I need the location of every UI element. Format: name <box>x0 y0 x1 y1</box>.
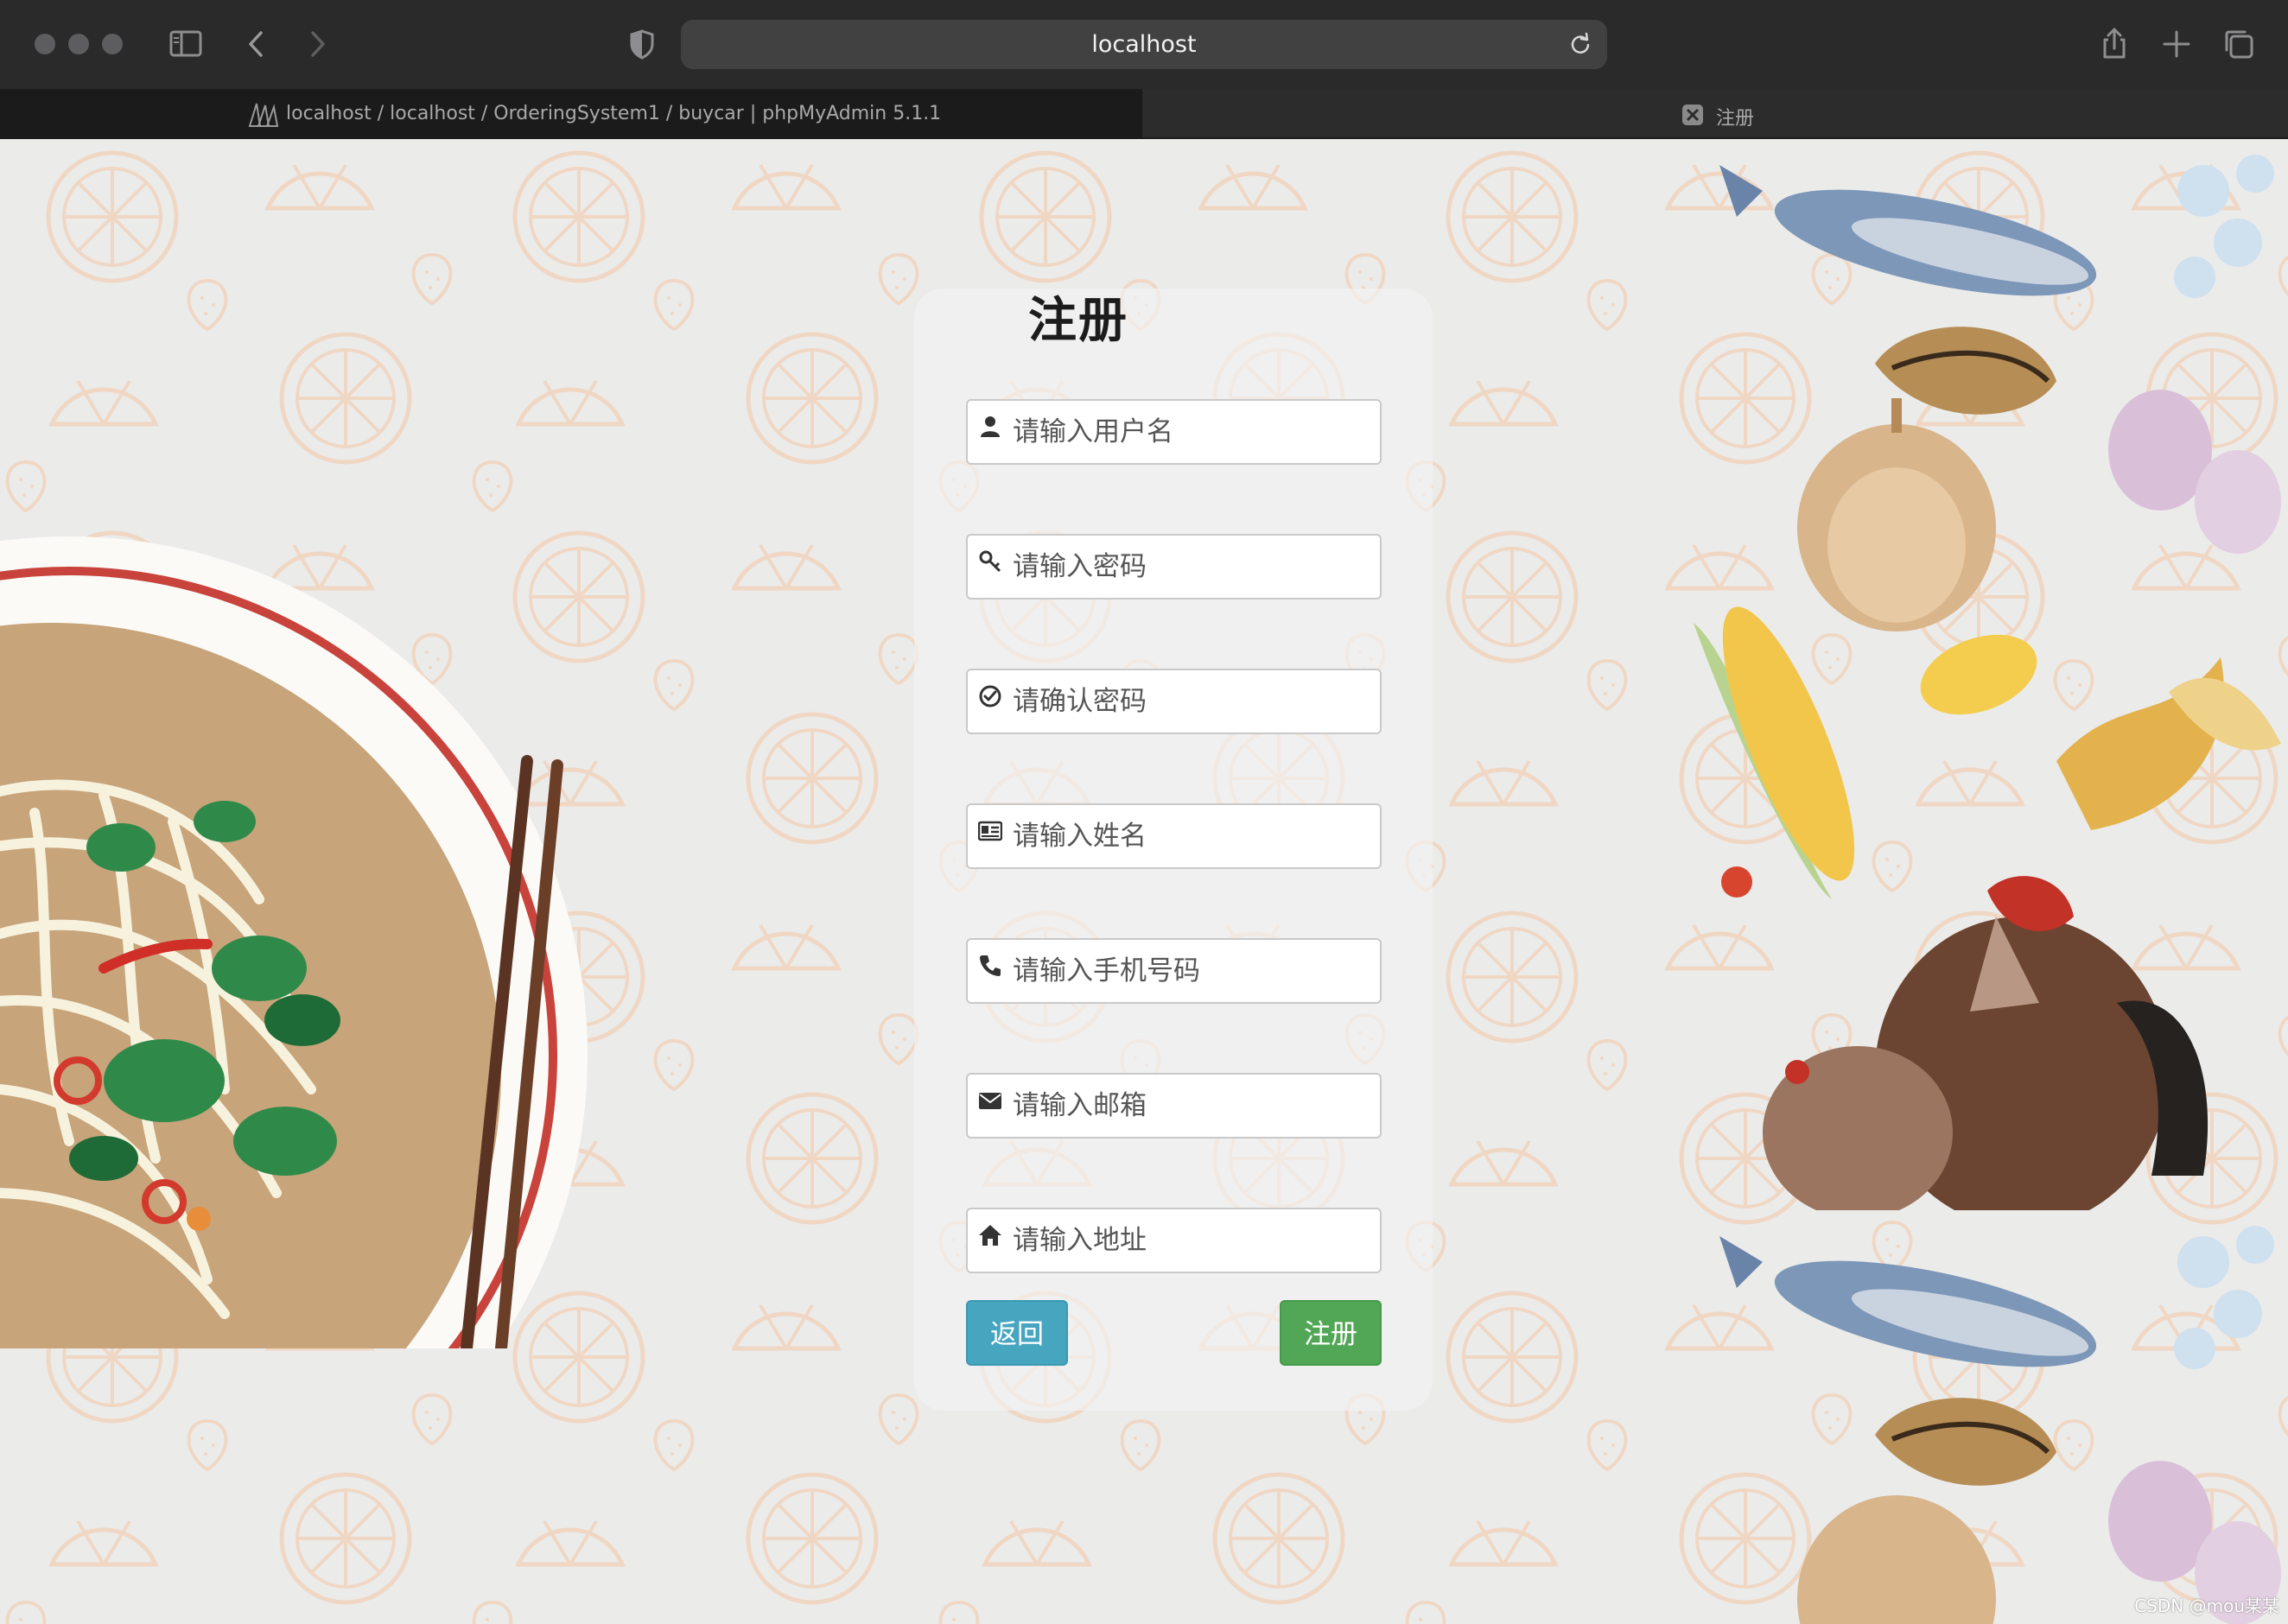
page-favicon-icon <box>1682 105 1703 125</box>
zoom-window-button[interactable] <box>102 34 123 54</box>
back-icon[interactable] <box>235 22 278 66</box>
tab-bar: localhost / localhost / OrderingSystem1 … <box>0 89 2288 139</box>
address-field[interactable] <box>966 1208 1382 1273</box>
user-icon <box>981 416 1000 437</box>
url-text: localhost <box>1091 31 1197 58</box>
confirm-password-input[interactable] <box>1013 670 1376 733</box>
password-input[interactable] <box>1013 536 1376 598</box>
sidebar-icon[interactable] <box>164 22 207 66</box>
phone-input[interactable] <box>1013 940 1376 1002</box>
tabs-overview-icon[interactable] <box>2217 22 2260 66</box>
new-tab-icon[interactable] <box>2155 22 2198 66</box>
email-input[interactable] <box>1013 1075 1376 1137</box>
email-field[interactable] <box>966 1073 1382 1139</box>
phone-field[interactable] <box>966 938 1382 1004</box>
phpmyadmin-icon <box>248 103 279 127</box>
forward-icon[interactable] <box>296 22 339 66</box>
page-title: 注册 <box>1028 293 1128 349</box>
register-button[interactable]: 注册 <box>1280 1300 1382 1366</box>
username-field[interactable] <box>966 399 1382 465</box>
name-input[interactable] <box>1013 805 1376 867</box>
tab-phpmyadmin-label: localhost / localhost / OrderingSystem1 … <box>286 103 942 124</box>
id-card-icon <box>978 821 1002 841</box>
password-field[interactable] <box>966 534 1382 599</box>
check-circle-icon <box>979 685 1001 707</box>
browser-titlebar: localhost <box>0 0 2288 89</box>
confirm-password-field[interactable] <box>966 669 1382 734</box>
tab-register-label: 注册 <box>1716 108 1755 130</box>
key-icon <box>979 550 1001 573</box>
username-input[interactable] <box>1013 401 1376 463</box>
envelope-icon <box>979 1093 1001 1109</box>
page-viewport: 注册 请输入用户名 请输入姓名 请输入手机号码 请输入邮箱 请输入地址 返回 注… <box>0 139 2288 1624</box>
tab-register[interactable]: 注册 <box>1142 89 2288 139</box>
address-input[interactable] <box>1013 1209 1376 1272</box>
watercolor-food-illustration-repeat <box>1719 1226 2281 1624</box>
address-bar[interactable]: localhost <box>681 20 1607 69</box>
noodle-bowl-cutoff <box>0 1210 605 1624</box>
back-button[interactable]: 返回 <box>966 1300 1068 1366</box>
name-field[interactable] <box>966 803 1382 869</box>
minimize-window-button[interactable] <box>68 34 89 54</box>
phone-icon <box>980 955 1001 976</box>
reload-icon[interactable] <box>1567 31 1593 57</box>
watercolor-food-illustration <box>1694 155 2281 1210</box>
shield-icon[interactable] <box>620 22 664 66</box>
watermark-text: CSDN @mou某某 <box>2134 1595 2279 1616</box>
tab-phpmyadmin[interactable]: localhost / localhost / OrderingSystem1 … <box>0 89 1142 139</box>
close-window-button[interactable] <box>35 34 55 54</box>
share-icon[interactable] <box>2093 22 2136 66</box>
home-icon <box>979 1225 1001 1246</box>
